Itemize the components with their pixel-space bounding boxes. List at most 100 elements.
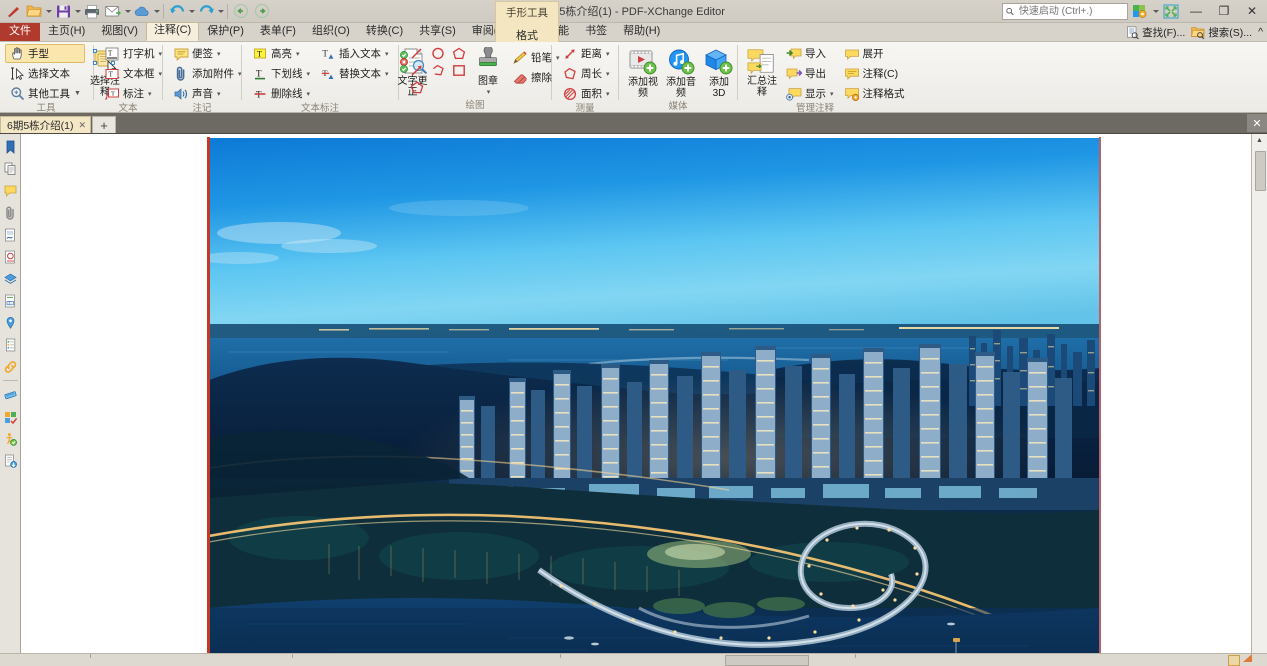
- thumbnails-icon[interactable]: [0, 158, 20, 179]
- callout-button[interactable]: T 标注 ▾: [100, 84, 166, 103]
- horizontal-scrollbar[interactable]: [0, 653, 1267, 666]
- insert-text-button[interactable]: T 插入文本 ▾: [316, 44, 393, 63]
- contextual-tab-format[interactable]: 格式: [496, 20, 558, 43]
- tab-comment[interactable]: 注释(C): [145, 22, 200, 41]
- highlight-button[interactable]: T 高亮 ▾: [248, 44, 314, 63]
- find-button[interactable]: 查找(F)...: [1126, 25, 1185, 40]
- chevron-down-icon[interactable]: ▾: [487, 88, 491, 96]
- chevron-down-icon[interactable]: ▾: [307, 90, 311, 98]
- add-3d-button[interactable]: 添加 3D: [701, 45, 737, 101]
- chevron-down-icon[interactable]: ▼: [74, 90, 81, 97]
- show-comments-button[interactable]: 显示 ▾: [782, 84, 838, 103]
- pdf-page[interactable]: [209, 138, 1101, 653]
- attachments-icon[interactable]: [0, 202, 20, 223]
- stamps-icon[interactable]: [0, 246, 20, 267]
- cloud-button[interactable]: [132, 2, 152, 21]
- pentagon-shape-button[interactable]: [405, 78, 428, 97]
- tab-convert[interactable]: 转换(C): [358, 23, 411, 41]
- save-button[interactable]: [53, 2, 73, 21]
- measure-pane-icon[interactable]: [0, 384, 20, 405]
- previous-view-button[interactable]: [231, 2, 251, 21]
- add-audio-button[interactable]: 添加音频: [663, 45, 699, 101]
- close-document-button[interactable]: ✕: [1247, 114, 1267, 132]
- chevron-down-icon[interactable]: ▾: [296, 50, 300, 58]
- horizontal-scroll-thumb[interactable]: [725, 655, 809, 666]
- tab-form[interactable]: 表单(F): [252, 23, 304, 41]
- fields-icon[interactable]: T: [0, 290, 20, 311]
- spell-check-icon[interactable]: [0, 406, 20, 427]
- fullscreen-icon[interactable]: [1161, 2, 1181, 21]
- area-button[interactable]: 面积 ▾: [558, 84, 614, 103]
- stamp-button[interactable]: 图章 ▾: [470, 44, 506, 98]
- search-input[interactable]: [1016, 4, 1124, 18]
- hand-tool-button[interactable]: 手型: [5, 44, 85, 63]
- content-icon[interactable]: [0, 334, 20, 355]
- chevron-down-icon[interactable]: ▾: [159, 70, 163, 78]
- print-button[interactable]: [82, 2, 102, 21]
- sticky-note-button[interactable]: 便签 ▾: [169, 44, 246, 63]
- chevron-down-icon[interactable]: ▾: [606, 70, 610, 78]
- quick-launch-search[interactable]: [1002, 2, 1128, 20]
- tab-bookmarks[interactable]: 书签: [577, 23, 615, 41]
- undo-dropdown-icon[interactable]: [189, 9, 195, 13]
- sound-button[interactable]: 声音 ▾: [169, 84, 246, 103]
- save-dropdown-icon[interactable]: [75, 9, 81, 13]
- chevron-down-icon[interactable]: ▾: [830, 90, 834, 98]
- close-icon[interactable]: ✕: [79, 120, 87, 131]
- next-view-button[interactable]: [252, 2, 272, 21]
- chevron-down-icon[interactable]: ▾: [217, 90, 221, 98]
- tab-protect[interactable]: 保护(P): [199, 23, 252, 41]
- comments-icon[interactable]: [0, 180, 20, 201]
- tab-organize[interactable]: 组织(O): [304, 23, 358, 41]
- select-text-button[interactable]: 选择文本: [5, 64, 85, 83]
- destinations-icon[interactable]: [0, 312, 20, 333]
- bookmarks-icon[interactable]: [0, 136, 20, 157]
- tab-help[interactable]: 帮助(H): [615, 23, 668, 41]
- typewriter-button[interactable]: T 打字机 ▾: [100, 44, 166, 63]
- export-pane-icon[interactable]: [0, 450, 20, 471]
- comments-pane-button[interactable]: 注释(C): [840, 64, 909, 83]
- resize-grip-icon[interactable]: [1243, 654, 1252, 662]
- redo-button[interactable]: [196, 2, 216, 21]
- other-tools-button[interactable]: 其他工具 ▼: [5, 84, 85, 103]
- tab-home[interactable]: 主页(H): [40, 23, 93, 41]
- scroll-up-button[interactable]: ▲: [1252, 134, 1267, 147]
- new-tab-button[interactable]: +: [92, 116, 117, 133]
- chevron-down-icon[interactable]: ▾: [385, 70, 389, 78]
- cloud-dropdown-icon[interactable]: [154, 9, 160, 13]
- rectangle-shape-button[interactable]: [447, 61, 470, 80]
- open-file-dropdown-icon[interactable]: [46, 9, 52, 13]
- replace-text-button[interactable]: T 替换文本 ▾: [316, 64, 393, 83]
- customize-dropdown-icon[interactable]: [1153, 9, 1159, 13]
- attachment-button[interactable]: 添加附件 ▾: [169, 64, 246, 83]
- chevron-down-icon[interactable]: ▾: [159, 50, 163, 58]
- chevron-down-icon[interactable]: ▾: [217, 50, 221, 58]
- underline-button[interactable]: T 下划线 ▾: [248, 64, 314, 83]
- chevron-down-icon[interactable]: ▾: [148, 90, 152, 98]
- add-video-button[interactable]: 添加视频: [625, 45, 661, 101]
- vertical-scrollbar[interactable]: ▲: [1251, 134, 1267, 653]
- maximize-button[interactable]: ❐: [1211, 1, 1237, 21]
- chevron-down-icon[interactable]: ▾: [385, 50, 389, 58]
- open-file-button[interactable]: [24, 2, 44, 21]
- search-button[interactable]: 搜索(S)...: [1191, 25, 1252, 40]
- links-icon[interactable]: [0, 356, 20, 377]
- document-view[interactable]: [21, 134, 1251, 653]
- signatures-icon[interactable]: [0, 224, 20, 245]
- close-button[interactable]: ✕: [1239, 1, 1265, 21]
- polyline-shape-button[interactable]: [426, 61, 449, 80]
- layers-icon[interactable]: [0, 268, 20, 289]
- comment-format-button[interactable]: 注释格式: [840, 84, 909, 103]
- distance-button[interactable]: 距离 ▾: [558, 44, 614, 63]
- contextual-tab-group-hand-tool[interactable]: 手形工具 格式: [495, 1, 559, 42]
- email-button[interactable]: [103, 2, 123, 21]
- accessibility-icon[interactable]: [0, 428, 20, 449]
- summarize-comments-button[interactable]: 汇总注释: [744, 44, 780, 100]
- expand-comments-button[interactable]: 展开: [840, 44, 909, 63]
- tab-share[interactable]: 共享(S): [411, 23, 464, 41]
- document-tab[interactable]: 6期5栋介绍(1) ✕: [0, 116, 92, 133]
- redo-dropdown-icon[interactable]: [218, 9, 224, 13]
- customize-ui-icon[interactable]: [1130, 2, 1150, 21]
- import-comments-button[interactable]: 导入: [782, 44, 838, 63]
- chevron-down-icon[interactable]: ▾: [238, 70, 242, 78]
